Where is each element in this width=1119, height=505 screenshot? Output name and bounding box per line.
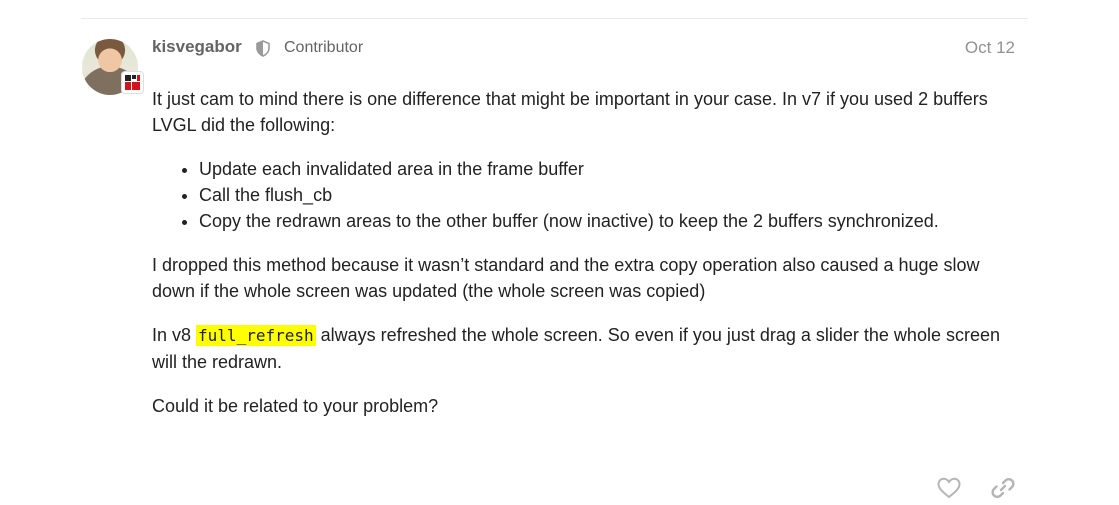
paragraph-text: In v8	[152, 325, 197, 345]
post-paragraph: It just cam to mind there is one differe…	[152, 89, 988, 135]
post-body: It just cam to mind there is one differe…	[152, 86, 1022, 437]
link-icon[interactable]	[990, 476, 1016, 500]
post-paragraph: Could it be related to your problem?	[152, 396, 439, 416]
post-actions	[936, 476, 1016, 500]
post-paragraph: In v8 full_refresh always refreshed the …	[152, 322, 1022, 375]
user-flair-icon	[122, 72, 143, 93]
list-item: Call the flush_cb	[199, 182, 1022, 208]
list-item: Copy the redrawn areas to the other buff…	[199, 208, 1022, 234]
bullet-list: Update each invalidated area in the fram…	[152, 156, 1022, 234]
inline-code: full_refresh	[196, 325, 316, 346]
post-divider	[81, 18, 1028, 19]
post-date[interactable]: Oct 12	[965, 38, 1015, 58]
shield-icon	[255, 40, 271, 62]
list-item: Update each invalidated area in the fram…	[199, 156, 1022, 182]
heart-icon[interactable]	[936, 476, 962, 500]
post-paragraph: I dropped this method because it wasn’t …	[152, 255, 980, 301]
user-title: Contributor	[284, 39, 364, 56]
post-author[interactable]: kisvegabor	[152, 37, 242, 57]
